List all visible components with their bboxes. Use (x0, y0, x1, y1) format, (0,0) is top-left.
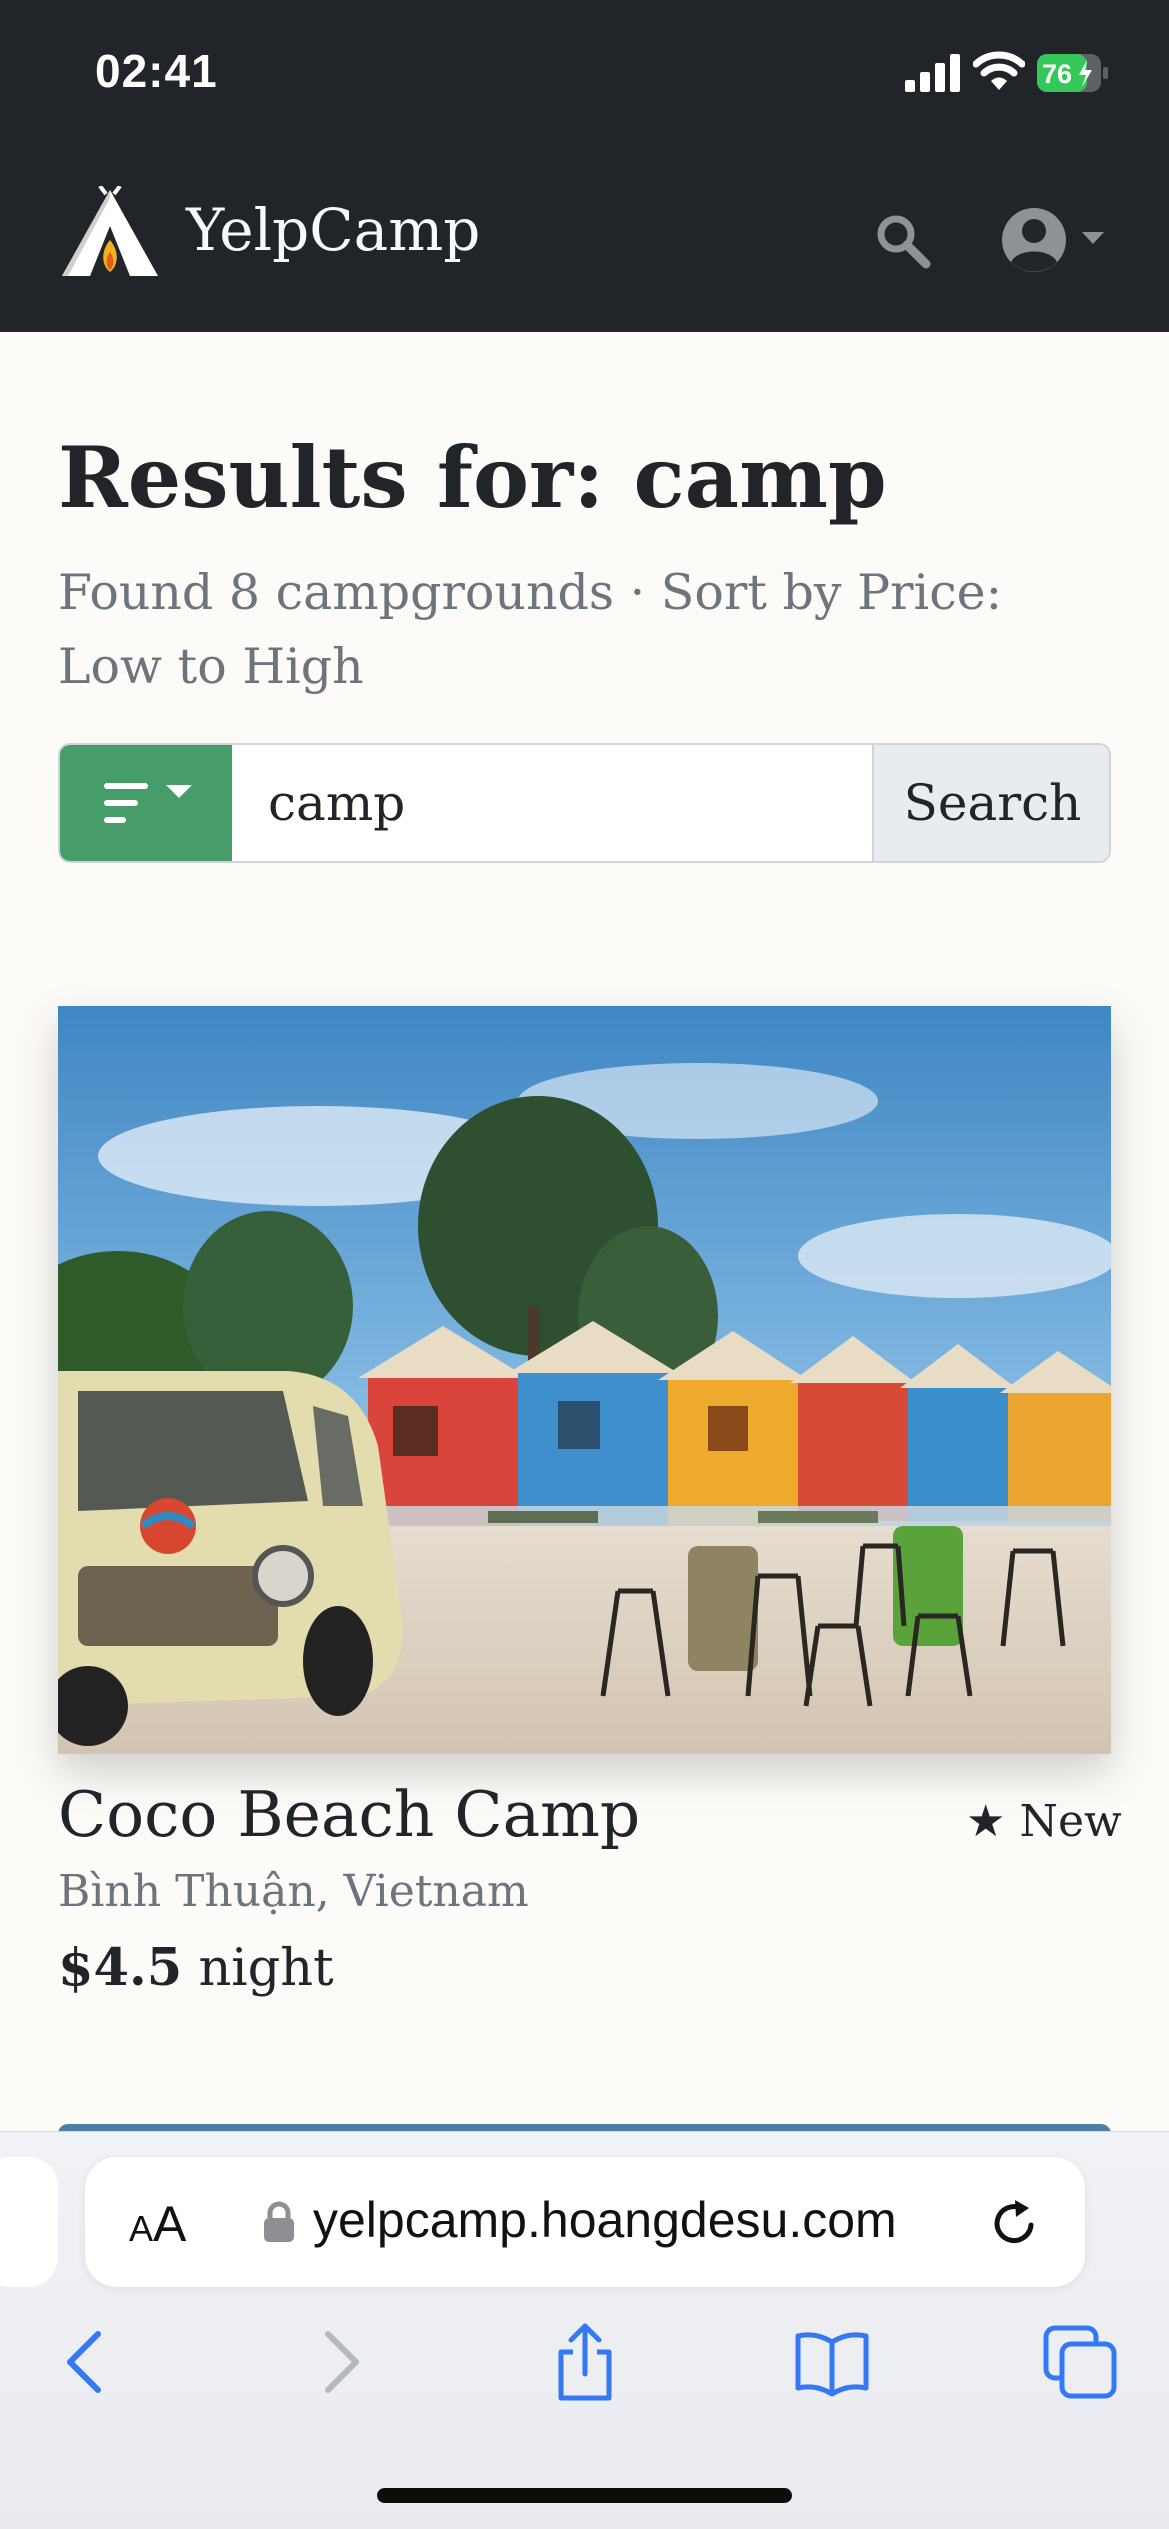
search-form: Search (58, 743, 1111, 863)
home-indicator (377, 2488, 792, 2503)
battery-level: 76 (1042, 59, 1072, 89)
brand-name[interactable]: YelpCamp (186, 196, 480, 264)
campground-location: Bình Thuận, Vietnam (58, 1866, 529, 1917)
address-bar[interactable]: AA yelpcamp.hoangdesu.com (85, 2157, 1085, 2287)
tabs-icon[interactable] (1040, 2322, 1120, 2402)
text-size-large: A (153, 2196, 187, 2252)
price-value: $4.5 (58, 1938, 183, 1998)
wifi-icon (973, 51, 1025, 90)
campground-image[interactable] (58, 1006, 1111, 1754)
browser-toolbar: AA yelpcamp.hoangdesu.com (0, 2131, 1169, 2529)
search-input[interactable] (232, 745, 872, 861)
tent-fire-icon[interactable] (56, 186, 164, 286)
cellular-signal-icon (905, 54, 960, 92)
chevron-right-icon[interactable] (298, 2322, 378, 2402)
lock-icon (264, 2201, 294, 2242)
star-icon: ★ (966, 1796, 1006, 1847)
status-bar: 02:41 76 (0, 0, 1169, 148)
beach-huts-photo (58, 1006, 1111, 1754)
battery-indicator: 76 (1037, 54, 1109, 92)
share-icon[interactable] (545, 2322, 625, 2402)
search-button[interactable]: Search (872, 745, 1109, 861)
text-size-button[interactable]: AA (129, 2195, 186, 2253)
status-time: 02:41 (95, 45, 218, 97)
url-text[interactable]: yelpcamp.hoangdesu.com (313, 2191, 897, 2249)
previous-tab-preview[interactable] (0, 2157, 58, 2287)
navbar: YelpCamp (0, 148, 1169, 332)
battery-icon: 76 (1037, 54, 1108, 92)
campground-price: $4.5 night (58, 1938, 334, 1998)
status-badge: ★ New (966, 1796, 1122, 1847)
badge-label: New (1019, 1796, 1122, 1847)
book-icon[interactable] (792, 2322, 872, 2402)
results-summary: Found 8 campgrounds · Sort by Price: Low… (58, 564, 1003, 695)
text-size-small: A (129, 2208, 154, 2249)
sort-icon (104, 783, 192, 823)
campground-name[interactable]: Coco Beach Camp (58, 1778, 640, 1851)
chevron-left-icon[interactable] (48, 2322, 128, 2402)
user-circle-icon[interactable] (998, 204, 1114, 276)
caret-down-icon (166, 785, 192, 798)
search-icon[interactable] (872, 210, 932, 270)
page-title: Results for: camp (58, 428, 887, 527)
price-unit: night (198, 1939, 334, 1998)
chevron-down-icon (1082, 232, 1104, 244)
reload-icon[interactable] (987, 2195, 1043, 2251)
sort-dropdown-button[interactable] (60, 745, 232, 861)
